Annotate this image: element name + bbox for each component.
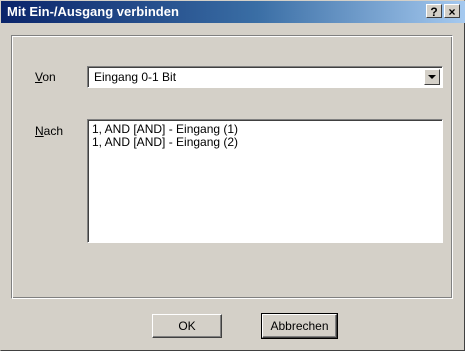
chevron-down-icon[interactable] bbox=[424, 69, 440, 85]
close-button[interactable]: × bbox=[444, 4, 460, 19]
list-item[interactable]: 1, AND [AND] - Eingang (2) bbox=[92, 136, 238, 149]
nach-listbox[interactable]: 1, AND [AND] - Eingang (1) 1, AND [AND] … bbox=[87, 119, 443, 243]
ok-button[interactable]: OK bbox=[152, 314, 222, 338]
von-dropdown[interactable]: Eingang 0-1 Bit bbox=[87, 66, 443, 88]
von-label: Von bbox=[35, 70, 56, 84]
cancel-button[interactable]: Abbrechen bbox=[261, 313, 338, 339]
window-title: Mit Ein-/Ausgang verbinden bbox=[7, 4, 179, 19]
von-selected-value: Eingang 0-1 Bit bbox=[94, 70, 177, 84]
title-bar: Mit Ein-/Ausgang verbinden ? × bbox=[1, 1, 465, 23]
nach-label: Nach bbox=[35, 124, 64, 138]
connect-io-dialog: Mit Ein-/Ausgang verbinden ? × Von Einga… bbox=[0, 0, 465, 351]
help-button[interactable]: ? bbox=[426, 4, 442, 19]
